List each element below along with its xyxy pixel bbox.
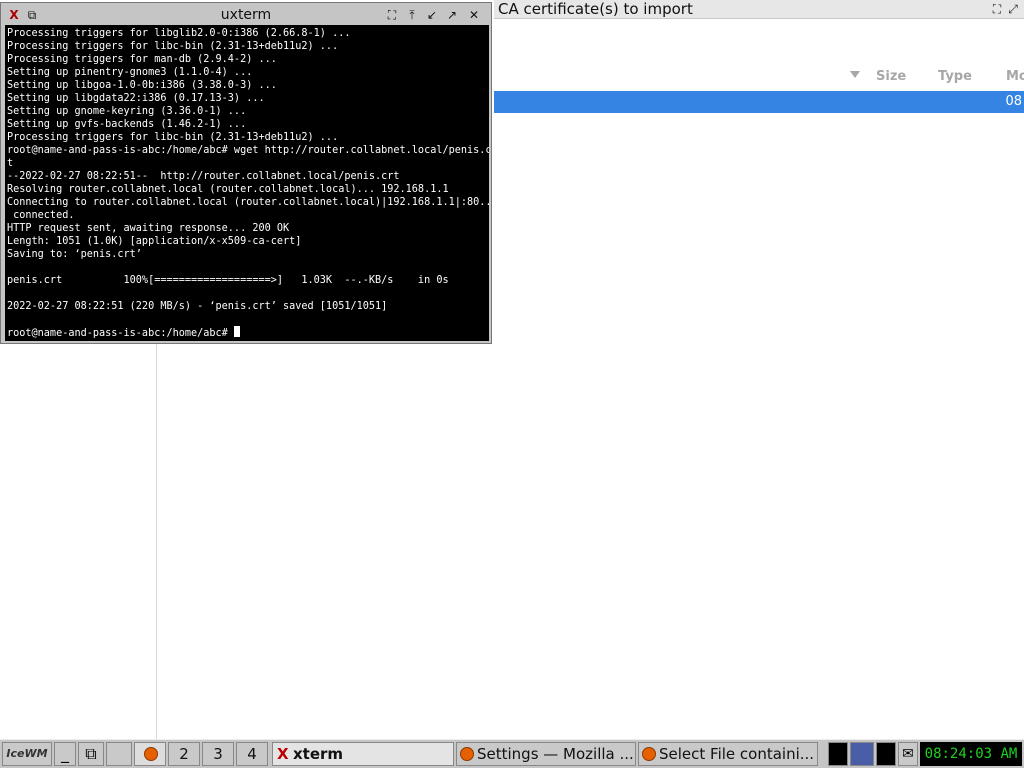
minimize-all-icon[interactable]: _ bbox=[54, 742, 76, 766]
firefox-icon bbox=[642, 747, 656, 761]
taskbar: IceWM _ ⧉ 2 3 4 X xterm Settings — Mozil… bbox=[0, 739, 1024, 768]
firefox-icon bbox=[460, 747, 474, 761]
column-modified[interactable]: Mo bbox=[1006, 69, 1024, 84]
sort-descending-icon[interactable] bbox=[850, 71, 860, 78]
terminal-line: --2022-02-27 08:22:51-- http://router.co… bbox=[7, 171, 400, 182]
task-label: Select File containi... bbox=[659, 745, 815, 763]
file-chooser-titlebar[interactable]: CA certificate(s) to import ⛶ ⤢ bbox=[494, 0, 1024, 19]
terminal-line: Saving to: ‘penis.crt’ bbox=[7, 249, 142, 260]
empty-slot bbox=[106, 742, 132, 766]
workspace-2[interactable]: 2 bbox=[168, 742, 200, 766]
workspace-4[interactable]: 4 bbox=[236, 742, 268, 766]
minimize-icon[interactable]: ↙ bbox=[425, 8, 439, 22]
file-chooser-title: CA certificate(s) to import bbox=[498, 0, 693, 18]
restore-icon[interactable]: ↗ bbox=[445, 8, 459, 22]
firefox-launcher[interactable] bbox=[134, 742, 166, 766]
terminal-line: Resolving router.collabnet.local (router… bbox=[7, 184, 449, 195]
terminal-line: t bbox=[7, 158, 14, 169]
firefox-icon bbox=[144, 747, 158, 761]
file-row-selected[interactable]: 08 bbox=[494, 91, 1024, 113]
task-xterm[interactable]: X xterm bbox=[272, 742, 454, 766]
raise-icon[interactable]: ⤒ bbox=[405, 8, 419, 22]
network-monitor-icon bbox=[876, 742, 896, 766]
cpu-monitor-icon bbox=[828, 742, 848, 766]
xterm-window[interactable]: X ⧉ uxterm ⛶ ⤒ ↙ ↗ ✕ Processing triggers… bbox=[0, 2, 492, 344]
maximize-icon[interactable]: ⛶ bbox=[990, 2, 1004, 16]
file-list-header: Size Type Mo bbox=[494, 66, 1024, 88]
terminal-line: HTTP request sent, awaiting response... … bbox=[7, 223, 290, 234]
terminal-line: Processing triggers for libc-bin (2.31-1… bbox=[7, 41, 339, 52]
maximize-icon[interactable]: ⛶ bbox=[385, 8, 399, 22]
terminal-line: Setting up pinentry-gnome3 (1.1.0-4) ... bbox=[7, 67, 253, 78]
task-label: Settings — Mozilla ... bbox=[477, 745, 634, 763]
terminal-text: Processing triggers for libglib2.0-0:i38… bbox=[5, 25, 489, 340]
terminal-line: Length: 1051 (1.0K) [application/x-x509-… bbox=[7, 236, 302, 247]
terminal-line: root@name-and-pass-is-abc:/home/abc# wge… bbox=[7, 145, 489, 156]
close-icon[interactable]: ✕ bbox=[467, 8, 481, 22]
memory-monitor-icon bbox=[850, 742, 874, 766]
terminal-output[interactable]: Processing triggers for libglib2.0-0:i38… bbox=[5, 25, 489, 341]
terminal-line: Processing triggers for libc-bin (2.31-1… bbox=[7, 132, 339, 143]
terminal-line: Processing triggers for man-db (2.9.4-2)… bbox=[7, 54, 277, 65]
column-type[interactable]: Type bbox=[938, 69, 972, 84]
terminal-line: connected. bbox=[7, 210, 75, 221]
terminal-line: penis.crt 100%[===================>] 1.0… bbox=[7, 275, 449, 286]
window-list-icon[interactable]: ⧉ bbox=[78, 742, 104, 766]
terminal-cursor bbox=[233, 326, 240, 337]
task-settings-mozilla[interactable]: Settings — Mozilla ... bbox=[456, 742, 636, 766]
terminal-line: Setting up gnome-keyring (3.36.0-1) ... bbox=[7, 106, 247, 117]
terminal-line: Setting up gvfs-backends (1.46.2-1) ... bbox=[7, 119, 247, 130]
mail-icon[interactable]: ✉ bbox=[898, 742, 918, 766]
xterm-icon: X bbox=[277, 745, 289, 763]
task-select-file[interactable]: Select File containi... bbox=[638, 742, 818, 766]
terminal-line: Setting up libgdata22:i386 (0.17.13-3) .… bbox=[7, 93, 265, 104]
terminal-line: 2022-02-27 08:22:51 (220 MB/s) - ‘penis.… bbox=[7, 301, 388, 312]
file-row-modified: 08 bbox=[1005, 94, 1022, 109]
terminal-line: root@name-and-pass-is-abc:/home/abc# bbox=[7, 328, 234, 339]
workspace-3[interactable]: 3 bbox=[202, 742, 234, 766]
restore-icon[interactable]: ⤢ bbox=[1006, 2, 1020, 16]
column-size[interactable]: Size bbox=[876, 69, 906, 84]
start-menu-button[interactable]: IceWM bbox=[2, 742, 52, 766]
terminal-line: Setting up libgoa-1.0-0b:i386 (3.38.0-3)… bbox=[7, 80, 277, 91]
terminal-line: Processing triggers for libglib2.0-0:i38… bbox=[7, 28, 351, 39]
clock[interactable]: 08:24:03 AM bbox=[920, 742, 1022, 766]
terminal-line: Connecting to router.collabnet.local (ro… bbox=[7, 197, 489, 208]
xterm-titlebar[interactable]: X ⧉ uxterm ⛶ ⤒ ↙ ↗ ✕ bbox=[3, 5, 489, 25]
task-label: xterm bbox=[293, 745, 344, 763]
